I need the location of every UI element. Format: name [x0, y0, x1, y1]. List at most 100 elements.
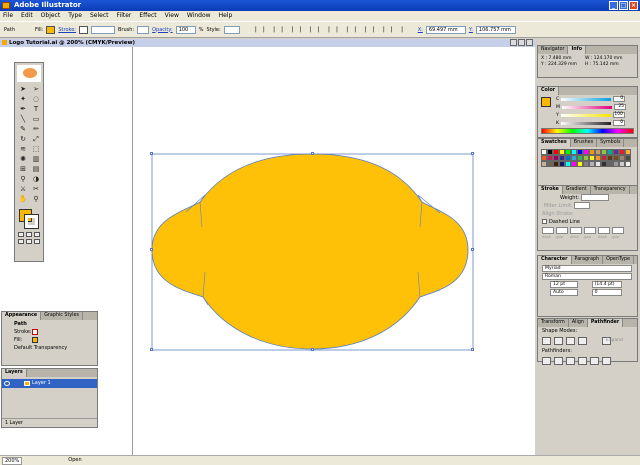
tab-layers[interactable]: Layers [2, 369, 27, 377]
direct-selection-tool-icon[interactable]: ➢ [30, 85, 42, 94]
slider-c[interactable]: C0 [538, 95, 637, 103]
tracking-field[interactable]: 0 [591, 289, 622, 296]
gap-field-2[interactable] [584, 227, 596, 234]
dashed-line-row[interactable]: Dashed Line [538, 218, 637, 226]
bbox-handle-mr[interactable] [471, 248, 474, 251]
color-mode-button[interactable] [18, 232, 24, 237]
menu-type[interactable]: Type [68, 11, 82, 21]
gradient-tool-icon[interactable]: ▤ [30, 165, 42, 174]
tab-color[interactable]: Color [538, 87, 560, 95]
dash-field-3[interactable] [598, 227, 610, 234]
doc-close-button[interactable] [526, 39, 533, 46]
slice-tool-icon[interactable]: ⚔ [17, 185, 29, 194]
outline-button[interactable] [590, 357, 599, 365]
tab-transform[interactable]: Transform [538, 319, 569, 327]
tab-symbols[interactable]: Symbols [597, 139, 625, 147]
brush-dropdown[interactable] [137, 25, 150, 34]
none-mode-button[interactable] [34, 232, 40, 237]
appearance-fill-row[interactable]: Fill: [2, 336, 97, 344]
opacity-field[interactable]: 100 [175, 25, 196, 34]
menu-window[interactable]: Window [187, 11, 211, 21]
slider-c-bar[interactable] [561, 97, 612, 101]
trim-button[interactable] [554, 357, 563, 365]
dashed-line-checkbox[interactable] [542, 219, 547, 224]
slider-y-value[interactable]: 100 [612, 112, 625, 118]
slider-y-bar[interactable] [560, 113, 611, 117]
fill-stroke-selector[interactable] [17, 207, 41, 229]
selection-tool-icon[interactable]: ➤ [17, 85, 29, 94]
slider-m-bar[interactable] [561, 105, 612, 109]
slider-k[interactable]: K0 [538, 119, 637, 127]
tab-swatches[interactable]: Swatches [538, 139, 571, 147]
x-field[interactable]: 69.497 mm [425, 25, 466, 34]
warp-tool-icon[interactable]: ≋ [17, 145, 29, 154]
free-transform-tool-icon[interactable]: ⬚ [30, 145, 42, 154]
miter-field[interactable] [574, 202, 591, 209]
font-family-dropdown[interactable]: Myriad [542, 265, 632, 272]
font-size-field[interactable]: 12 pt [550, 281, 578, 288]
full-screen-mode-button[interactable] [34, 239, 40, 244]
slider-m[interactable]: M 25 [538, 103, 637, 111]
pen-tool-icon[interactable]: ✒ [17, 105, 29, 114]
menu-view[interactable]: View [165, 11, 179, 21]
doc-minimize-button[interactable] [510, 39, 517, 46]
tab-align[interactable]: Align [569, 319, 588, 327]
line-tool-icon[interactable]: ╲ [17, 115, 29, 124]
tab-graphic-styles[interactable]: Graphic Styles [41, 312, 83, 320]
menu-file[interactable]: File [3, 11, 13, 21]
bbox-handle-ml[interactable] [150, 248, 153, 251]
pencil-tool-icon[interactable]: ✏ [30, 125, 42, 134]
column-graph-tool-icon[interactable]: ▥ [30, 155, 42, 164]
menu-edit[interactable]: Edit [21, 11, 33, 21]
tab-opentype[interactable]: OpenType [603, 256, 634, 264]
opacity-label[interactable]: Opacity: [152, 27, 173, 33]
stroke-weight-field[interactable] [91, 25, 115, 34]
tab-paragraph[interactable]: Paragraph [572, 256, 604, 264]
type-tool-icon[interactable]: T [30, 105, 42, 114]
symbol-sprayer-tool-icon[interactable]: ✺ [17, 155, 29, 164]
scale-tool-icon[interactable]: ⤢ [30, 135, 42, 144]
doc-maximize-button[interactable] [518, 39, 525, 46]
scissors-tool-icon[interactable]: ✂ [30, 185, 42, 194]
full-screen-menu-mode-button[interactable] [26, 239, 32, 244]
leading-field[interactable]: (14.4 pt) [591, 281, 622, 288]
tab-info[interactable]: Info [568, 46, 587, 54]
tab-transparency[interactable]: Transparency [591, 186, 630, 194]
menu-effect[interactable]: Effect [139, 11, 156, 21]
zoom-tool-icon[interactable]: ⚲ [30, 195, 42, 204]
slider-m-value[interactable]: 25 [613, 104, 626, 110]
slider-c-value[interactable]: 0 [613, 96, 626, 102]
align-buttons[interactable]: ▕ ▏▕ ▏▕ ▏▕ ▏▕ ▏▕ ▏▕ ▏▕ ▏▕ [243, 27, 415, 33]
tab-brushes[interactable]: Brushes [571, 139, 598, 147]
tab-stroke[interactable]: Stroke [538, 186, 563, 194]
close-button[interactable]: × [629, 1, 638, 10]
magic-wand-tool-icon[interactable]: ✦ [17, 95, 29, 104]
subtract-shape-button[interactable] [554, 337, 563, 345]
merge-button[interactable] [566, 357, 575, 365]
tab-appearance[interactable]: Appearance [2, 312, 42, 320]
minimize-button[interactable]: _ [609, 1, 618, 10]
add-shape-button[interactable] [542, 337, 551, 345]
appearance-transparency-row[interactable]: Default Transparency [2, 344, 97, 352]
divide-button[interactable] [542, 357, 551, 365]
hand-tool-icon[interactable]: ✋ [17, 195, 29, 204]
dash-field-1[interactable] [542, 227, 554, 234]
tab-navigator[interactable]: Navigator [538, 46, 569, 54]
standard-screen-mode-button[interactable] [18, 239, 24, 244]
eyedropper-tool-icon[interactable]: ⚲ [17, 175, 29, 184]
bbox-handle-tr[interactable] [471, 152, 474, 155]
menu-select[interactable]: Select [90, 11, 109, 21]
paintbrush-tool-icon[interactable]: ✎ [17, 125, 29, 134]
visibility-eye-icon[interactable] [4, 381, 10, 386]
rectangle-tool-icon[interactable]: ▭ [30, 115, 42, 124]
gap-field-3[interactable] [612, 227, 624, 234]
bbox-handle-br[interactable] [471, 348, 474, 351]
slider-k-value[interactable]: 0 [613, 120, 626, 126]
menu-filter[interactable]: Filter [117, 11, 132, 21]
swatch-44[interactable] [625, 161, 631, 167]
color-spectrum-bar[interactable] [541, 128, 634, 134]
appearance-stroke-row[interactable]: Stroke: [2, 328, 97, 336]
zoom-level-field[interactable]: 200% [2, 457, 23, 465]
tab-gradient[interactable]: Gradient [563, 186, 591, 194]
bbox-handle-tl[interactable] [150, 152, 153, 155]
